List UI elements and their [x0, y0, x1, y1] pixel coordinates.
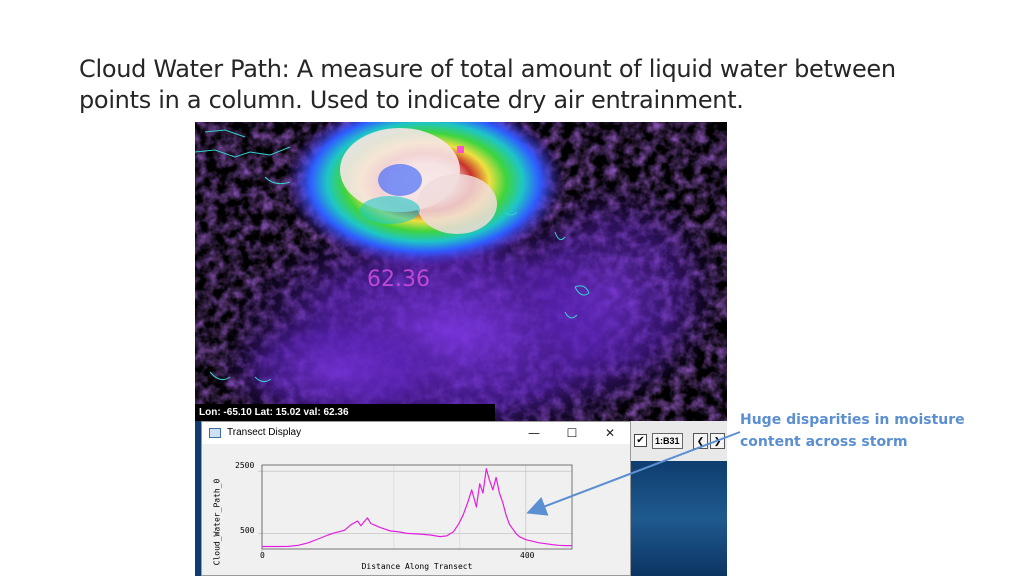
- y-tick-label-2500: 2500: [235, 461, 255, 470]
- overlay-value-label: 62.36: [367, 267, 430, 292]
- frame-label[interactable]: 1:B31: [652, 433, 683, 449]
- close-icon: ✕: [604, 426, 616, 440]
- desktop-background: [630, 461, 727, 576]
- window-titlebar[interactable]: Transect Display — ☐ ✕: [202, 422, 630, 444]
- y-tick-label-500: 500: [240, 526, 255, 535]
- prev-frame-button[interactable]: ❮: [693, 433, 708, 449]
- minimize-icon: —: [528, 426, 540, 440]
- visibility-checkbox[interactable]: ✔: [634, 434, 647, 447]
- close-button[interactable]: ✕: [600, 424, 620, 442]
- chevron-left-icon: ❮: [696, 436, 705, 446]
- y-axis-label: Cloud_Water_Path_0: [212, 478, 221, 565]
- transect-plot[interactable]: Cloud_Water_Path_0 2500 500 0 400 Distan…: [202, 444, 630, 575]
- transect-display-window[interactable]: Transect Display — ☐ ✕ Cloud_Water_Path_…: [201, 421, 631, 576]
- window-title: Transect Display: [227, 427, 302, 438]
- display-toolbar: ✔ 1:B31 ❮ ❯: [630, 421, 727, 461]
- chart-series-layer: [262, 468, 572, 548]
- x-tick-label-400: 400: [520, 551, 535, 560]
- transect-chart: [258, 464, 573, 552]
- window-app-icon: [209, 428, 221, 438]
- slide-title: Cloud Water Path: A measure of total amo…: [79, 55, 896, 114]
- maximize-icon: ☐: [566, 426, 578, 440]
- next-frame-button[interactable]: ❯: [710, 433, 725, 449]
- chart-frame: [261, 464, 573, 550]
- map-cursor-readout: Lon: -65.10 Lat: 15.02 val: 62.36: [195, 404, 495, 421]
- annotation-text: Huge disparities in moisture content acr…: [740, 412, 965, 450]
- maximize-button[interactable]: ☐: [562, 424, 582, 442]
- series-line-0: [262, 468, 572, 548]
- map-imagery: 62.36: [195, 122, 727, 421]
- minimize-button[interactable]: —: [524, 424, 544, 442]
- cloud-water-path-map[interactable]: 62.36: [195, 122, 727, 421]
- x-axis-label: Distance Along Transect: [361, 562, 473, 571]
- x-tick-label-0: 0: [260, 551, 265, 560]
- chevron-right-icon: ❯: [713, 436, 722, 446]
